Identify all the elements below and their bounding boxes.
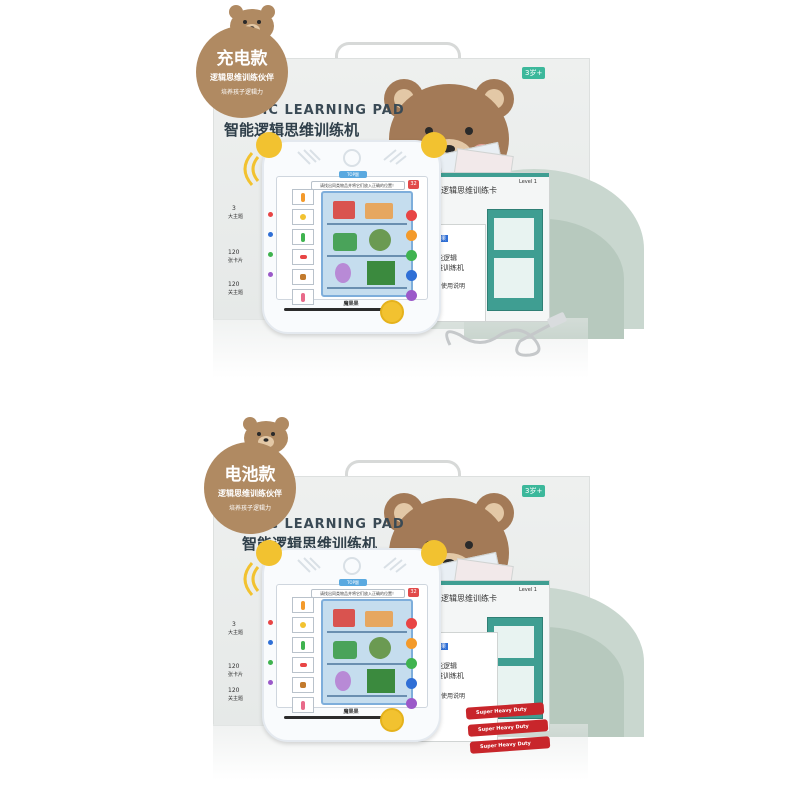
box-side-label: 120 — [228, 663, 240, 670]
variant-badge-subtagline: 培养孩子逻辑力 — [228, 504, 271, 512]
pad-option-cell — [292, 677, 314, 693]
card-book-illustration — [487, 209, 543, 311]
pad-option-cell — [292, 289, 314, 305]
variant-badge: 电池款 逻辑思维训练伙伴 培养孩子逻辑力 — [204, 442, 296, 534]
power-knob[interactable] — [380, 300, 404, 324]
answer-button-orange[interactable] — [406, 638, 417, 649]
left-indicator-dot — [268, 620, 273, 625]
pad-option-cell — [292, 657, 314, 673]
left-indicator-dot — [268, 640, 273, 645]
variant-badge-tagline: 逻辑思维训练伙伴 — [210, 72, 274, 82]
card-book-title: 逻辑思维训练卡 — [441, 186, 497, 195]
pad-option-column — [292, 597, 314, 717]
pad-option-cell — [292, 229, 314, 245]
pad-option-cell — [292, 189, 314, 205]
pad-question-bar: 请找出同类物品并将它们放入正确的位置！ — [311, 589, 405, 598]
card-slot — [284, 308, 394, 311]
variant-badge: 充电款 逻辑思维训练伙伴 培养孩子逻辑力 — [196, 26, 288, 118]
answer-button-purple[interactable] — [406, 290, 417, 301]
battery-label: Super Heavy Duty — [475, 706, 528, 717]
pad-question-bar: 请找出同类物品并将它们放入正确的位置！ — [311, 181, 405, 190]
left-indicator-dot — [268, 232, 273, 237]
age-badge: 3岁+ — [522, 485, 546, 497]
pad-screen: TOP题 请找出同类物品并将它们放入正确的位置！ 32 — [276, 171, 428, 305]
pad-ear-left — [256, 132, 282, 158]
box-side-label: 3 — [232, 621, 236, 628]
box-side-label: 关主题 — [228, 696, 244, 702]
variant-badge-title: 电池款 — [224, 464, 276, 485]
answer-button-orange[interactable] — [406, 230, 417, 241]
pad-screen: TOP题 请找出同类物品并将它们放入正确的位置！ 32 — [276, 579, 428, 713]
box-side-label: 张卡片 — [228, 672, 244, 678]
box-side-label: 张卡片 — [228, 258, 244, 264]
pad-option-cell — [292, 249, 314, 265]
box-side-label: 关主题 — [228, 290, 244, 296]
card-slot — [284, 716, 394, 719]
pad-top-tab: TOP题 — [339, 579, 367, 586]
left-indicator-dot — [268, 252, 273, 257]
answer-button-green[interactable] — [406, 250, 417, 261]
box-side-label: 大主题 — [228, 214, 244, 220]
variant-badge-subtagline: 培养孩子逻辑力 — [220, 88, 263, 96]
variant-badge-tagline: 逻辑思维训练伙伴 — [218, 488, 282, 498]
battery-label: Super Heavy Duty — [477, 723, 530, 734]
usb-cable — [445, 312, 567, 357]
pad-option-cell — [292, 269, 314, 285]
answer-button-green[interactable] — [406, 658, 417, 669]
power-knob[interactable] — [380, 708, 404, 732]
pad-shelf-board — [321, 599, 413, 705]
box-title-chinese: 智能逻辑思维训练机 — [224, 121, 360, 139]
variant-badge-title: 充电款 — [216, 48, 268, 69]
left-indicator-dot — [268, 680, 273, 685]
box-side-label: 120 — [228, 281, 240, 288]
product-image-rechargeable: 3岁+ LOGIC LEARNING PAD 智能逻辑思维训练机 3 大主题 1… — [0, 0, 800, 400]
pad-option-column — [292, 189, 314, 309]
battery-label: Super Heavy Duty — [479, 740, 532, 751]
pad-brand: 魔果果 — [343, 709, 359, 715]
pad-question-number: 32 — [408, 180, 419, 189]
pad-ear-right — [421, 540, 447, 566]
answer-button-red[interactable] — [406, 618, 417, 629]
card-book-level: Level 1 — [519, 179, 537, 185]
left-indicator-dot — [268, 272, 273, 277]
pad-option-cell — [292, 209, 314, 225]
product-image-battery: 3岁+ LOGIC LEARNING PAD 智能逻辑思维训练机 3 大主题 1… — [0, 400, 800, 800]
learning-pad: TOP题 请找出同类物品并将它们放入正确的位置！ 32 魔果果 — [256, 540, 447, 742]
speaker-grill-icon — [297, 557, 407, 575]
card-book-title: 逻辑思维训练卡 — [441, 594, 497, 603]
pad-shelf-board — [321, 191, 413, 297]
pad-option-cell — [292, 637, 314, 653]
box-side-label: 120 — [228, 687, 240, 694]
speaker-grill-icon — [297, 149, 407, 167]
box-side-label: 3 — [232, 205, 236, 212]
pad-option-cell — [292, 597, 314, 613]
learning-pad: TOP题 请找出同类物品并将它们放入正确的位置！ 32 魔果果 — [256, 132, 447, 334]
age-badge: 3岁+ — [522, 67, 546, 79]
pad-ear-left — [256, 540, 282, 566]
answer-button-red[interactable] — [406, 210, 417, 221]
left-indicator-dot — [268, 212, 273, 217]
answer-button-blue[interactable] — [406, 678, 417, 689]
pad-top-tab: TOP题 — [339, 171, 367, 178]
box-side-label: 大主题 — [228, 630, 244, 636]
pad-ear-right — [421, 132, 447, 158]
answer-button-purple[interactable] — [406, 698, 417, 709]
pad-option-cell — [292, 617, 314, 633]
pad-option-cell — [292, 697, 314, 713]
answer-button-blue[interactable] — [406, 270, 417, 281]
pad-question-number: 32 — [408, 588, 419, 597]
left-indicator-dot — [268, 660, 273, 665]
box-side-label: 120 — [228, 249, 240, 256]
pad-brand: 魔果果 — [343, 301, 359, 307]
card-book-level: Level 1 — [519, 587, 537, 593]
